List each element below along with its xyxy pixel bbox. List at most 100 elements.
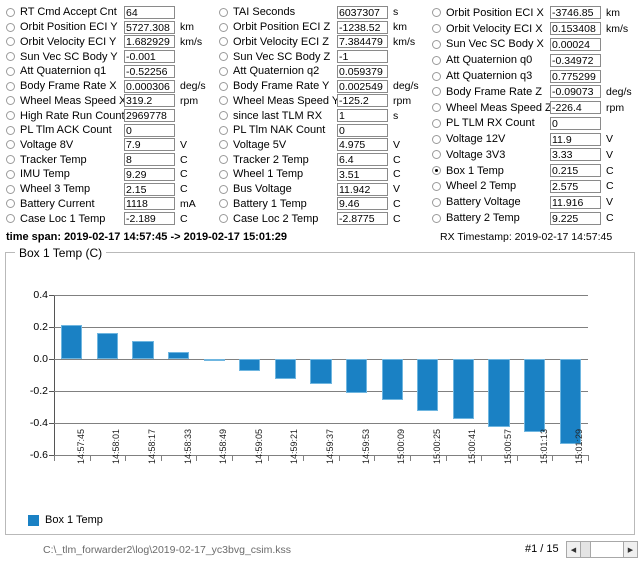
telemetry-value-field[interactable]: 9.46: [337, 197, 388, 211]
telemetry-row[interactable]: Wheel 2 Temp 2.575 C: [426, 179, 639, 195]
telemetry-row[interactable]: TAI Seconds 6037307 s: [213, 5, 426, 20]
telemetry-value-field[interactable]: -2.8775: [337, 212, 388, 226]
scrollbar-thumb[interactable]: [581, 542, 591, 557]
telemetry-row[interactable]: Sun Vec SC Body X 0.00024: [426, 37, 639, 53]
telemetry-row[interactable]: Bus Voltage 11.942 V: [213, 182, 426, 197]
scroll-left-arrow-icon[interactable]: ◀: [567, 542, 581, 557]
telemetry-value-field[interactable]: 0.00024: [550, 37, 601, 51]
telemetry-value-field[interactable]: 9.29: [124, 167, 175, 181]
telemetry-value-field[interactable]: 2.575: [550, 179, 601, 193]
telemetry-row[interactable]: Battery Current 1118 mA: [0, 197, 213, 212]
radio-button-tai-seconds[interactable]: [219, 7, 228, 17]
telemetry-row[interactable]: High Rate Run Count 2969778: [0, 108, 213, 123]
telemetry-value-field[interactable]: -0.34972: [550, 53, 601, 67]
radio-button-body-frame-rate-z[interactable]: [432, 87, 441, 97]
radio-button-wheel-3-temp[interactable]: [6, 184, 15, 194]
telemetry-row[interactable]: Body Frame Rate Z -0.09073 deg/s: [426, 84, 639, 100]
radio-button-wheel-meas-speed-x[interactable]: [6, 96, 15, 106]
telemetry-row[interactable]: Orbit Position ECI Y 5727.308 km: [0, 20, 213, 35]
radio-button-imu-temp[interactable]: [6, 169, 15, 179]
telemetry-value-field[interactable]: 0.002549: [337, 79, 388, 93]
telemetry-row[interactable]: Sun Vec SC Body Y -0.001: [0, 49, 213, 64]
telemetry-row[interactable]: Att Quaternion q1 -0.52256: [0, 64, 213, 79]
radio-button-battery-2-temp[interactable]: [432, 213, 441, 223]
telemetry-value-field[interactable]: 11.9: [550, 132, 601, 146]
telemetry-value-field[interactable]: 319.2: [124, 94, 175, 108]
telemetry-row[interactable]: Wheel 1 Temp 3.51 C: [213, 167, 426, 182]
telemetry-value-field[interactable]: 0: [550, 116, 601, 130]
radio-button-att-quaternion-q3[interactable]: [432, 71, 441, 81]
telemetry-value-field[interactable]: -3746.85: [550, 6, 601, 20]
telemetry-row[interactable]: Battery 1 Temp 9.46 C: [213, 197, 426, 212]
radio-button-sun-vec-sc-body-y[interactable]: [6, 52, 15, 62]
telemetry-value-field[interactable]: 4.975: [337, 138, 388, 152]
radio-button-wheel-meas-speed-z[interactable]: [432, 103, 441, 113]
radio-button-box-1-temp[interactable]: [432, 166, 441, 176]
telemetry-row[interactable]: Box 1 Temp 0.215 C: [426, 163, 639, 179]
telemetry-row[interactable]: Voltage 3V3 3.33 V: [426, 147, 639, 163]
telemetry-value-field[interactable]: -0.52256: [124, 64, 175, 78]
telemetry-value-field[interactable]: 7.384479: [337, 35, 388, 49]
telemetry-value-field[interactable]: 0: [124, 123, 175, 137]
scrollbar-track[interactable]: [591, 542, 623, 557]
telemetry-value-field[interactable]: 0.153408: [550, 22, 601, 36]
telemetry-value-field[interactable]: -1: [337, 50, 388, 64]
radio-button-wheel-1-temp[interactable]: [219, 169, 228, 179]
telemetry-row[interactable]: Orbit Velocity ECI Z 7.384479 km/s: [213, 34, 426, 49]
telemetry-value-field[interactable]: 1118: [124, 197, 175, 211]
radio-button-battery-current[interactable]: [6, 199, 15, 209]
telemetry-value-field[interactable]: 2969778: [124, 109, 175, 122]
radio-button-battery-voltage[interactable]: [432, 197, 441, 207]
telemetry-value-field[interactable]: -1238.52: [337, 20, 388, 34]
telemetry-row[interactable]: Orbit Position ECI X -3746.85 km: [426, 5, 639, 21]
telemetry-value-field[interactable]: -2.189: [124, 212, 175, 226]
telemetry-value-field[interactable]: -0.09073: [550, 85, 601, 99]
telemetry-row[interactable]: Sun Vec SC Body Z -1: [213, 49, 426, 64]
telemetry-row[interactable]: Battery Voltage 11.916 V: [426, 194, 639, 210]
telemetry-value-field[interactable]: -125.2: [337, 94, 388, 108]
telemetry-row[interactable]: Tracker Temp 8 C: [0, 152, 213, 167]
radio-button-voltage-12v[interactable]: [432, 134, 441, 144]
radio-button-case-loc-1-temp[interactable]: [6, 214, 15, 224]
telemetry-value-field[interactable]: -226.4: [550, 101, 601, 115]
radio-button-orbit-position-eci-y[interactable]: [6, 22, 15, 32]
telemetry-row[interactable]: Att Quaternion q2 0.059379: [213, 64, 426, 79]
telemetry-row[interactable]: Wheel Meas Speed X 319.2 rpm: [0, 93, 213, 108]
telemetry-row[interactable]: Orbit Position ECI Z -1238.52 km: [213, 20, 426, 35]
radio-button-att-quaternion-q2[interactable]: [219, 66, 228, 76]
telemetry-value-field[interactable]: 5727.308: [124, 20, 175, 34]
telemetry-row[interactable]: Att Quaternion q0 -0.34972: [426, 52, 639, 68]
telemetry-row[interactable]: Case Loc 1 Temp -2.189 C: [0, 211, 213, 226]
radio-button-since-last-tlm-rx[interactable]: [219, 111, 228, 120]
telemetry-row[interactable]: since last TLM RX 1 s: [213, 108, 426, 123]
radio-button-tracker-temp[interactable]: [6, 155, 15, 165]
radio-button-orbit-velocity-eci-y[interactable]: [6, 37, 15, 47]
telemetry-value-field[interactable]: 64: [124, 5, 175, 19]
radio-button-voltage-3v3[interactable]: [432, 150, 441, 160]
radio-button-wheel-meas-speed-y[interactable]: [219, 96, 228, 106]
radio-button-rt-cmd-accept-cnt[interactable]: [6, 7, 15, 17]
telemetry-row[interactable]: Orbit Velocity ECI X 0.153408 km/s: [426, 21, 639, 37]
radio-button-wheel-2-temp[interactable]: [432, 181, 441, 191]
telemetry-value-field[interactable]: 3.33: [550, 148, 601, 162]
telemetry-row[interactable]: Tracker 2 Temp 6.4 C: [213, 152, 426, 167]
telemetry-row[interactable]: PL Tlm NAK Count 0: [213, 123, 426, 138]
telemetry-row[interactable]: PL TLM RX Count 0: [426, 115, 639, 131]
telemetry-value-field[interactable]: 11.916: [550, 195, 601, 209]
telemetry-row[interactable]: Wheel Meas Speed Y -125.2 rpm: [213, 93, 426, 108]
radio-button-case-loc-2-temp[interactable]: [219, 214, 228, 224]
telemetry-value-field[interactable]: 0.215: [550, 164, 601, 178]
telemetry-value-field[interactable]: 6037307: [337, 5, 388, 19]
telemetry-value-field[interactable]: 3.51: [337, 167, 388, 181]
telemetry-row[interactable]: Orbit Velocity ECI Y 1.682929 km/s: [0, 34, 213, 49]
radio-button-att-quaternion-q0[interactable]: [432, 55, 441, 65]
radio-button-body-frame-rate-x[interactable]: [6, 81, 15, 91]
radio-button-orbit-position-eci-x[interactable]: [432, 8, 441, 18]
telemetry-value-field[interactable]: 0.000306: [124, 79, 175, 93]
horizontal-scrollbar[interactable]: ◀ ▶: [566, 541, 638, 558]
scroll-right-arrow-icon[interactable]: ▶: [623, 542, 637, 557]
radio-button-pl-tlm-rx-count[interactable]: [432, 118, 441, 128]
telemetry-row[interactable]: RT Cmd Accept Cnt 64: [0, 5, 213, 20]
radio-button-voltage-8v[interactable]: [6, 140, 15, 150]
radio-button-att-quaternion-q1[interactable]: [6, 66, 15, 76]
